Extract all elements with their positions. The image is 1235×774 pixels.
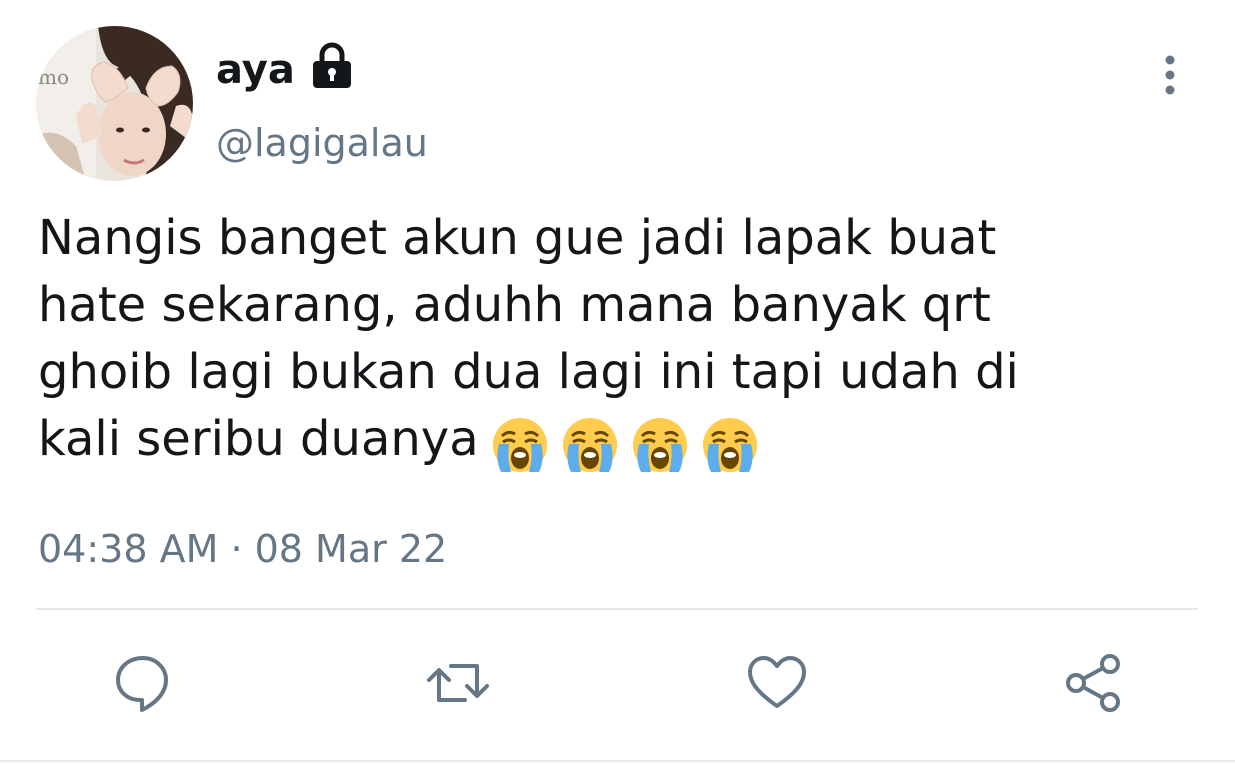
- loudly-crying-face-icon: [489, 414, 551, 476]
- emoji-group: [489, 409, 769, 476]
- loudly-crying-face-icon: [699, 414, 761, 476]
- like-icon: [748, 656, 806, 708]
- display-name[interactable]: aya: [216, 44, 295, 96]
- tweet-timestamp[interactable]: 04:38 AM · 08 Mar 22: [38, 524, 447, 574]
- share-icon: [1066, 654, 1120, 712]
- lock-icon: [309, 40, 355, 90]
- reply-icon: [116, 656, 168, 712]
- retweet-button[interactable]: [425, 650, 491, 716]
- tweet-card: mo aya @lagigalau Nangis banget akun gue…: [0, 0, 1235, 774]
- divider: [36, 608, 1198, 610]
- retweet-icon: [427, 664, 489, 702]
- svg-text:mo: mo: [38, 65, 69, 89]
- more-options-icon[interactable]: [1150, 52, 1190, 98]
- loudly-crying-face-icon: [559, 414, 621, 476]
- avatar[interactable]: mo: [36, 26, 193, 181]
- like-button[interactable]: [744, 650, 810, 716]
- reply-button[interactable]: [110, 650, 176, 716]
- bottom-divider: [0, 760, 1235, 762]
- tweet-text: Nangis banget akun gue jadi lapak buat h…: [38, 205, 1178, 476]
- share-button[interactable]: [1062, 650, 1128, 716]
- handle[interactable]: @lagigalau: [216, 118, 428, 168]
- loudly-crying-face-icon: [629, 414, 691, 476]
